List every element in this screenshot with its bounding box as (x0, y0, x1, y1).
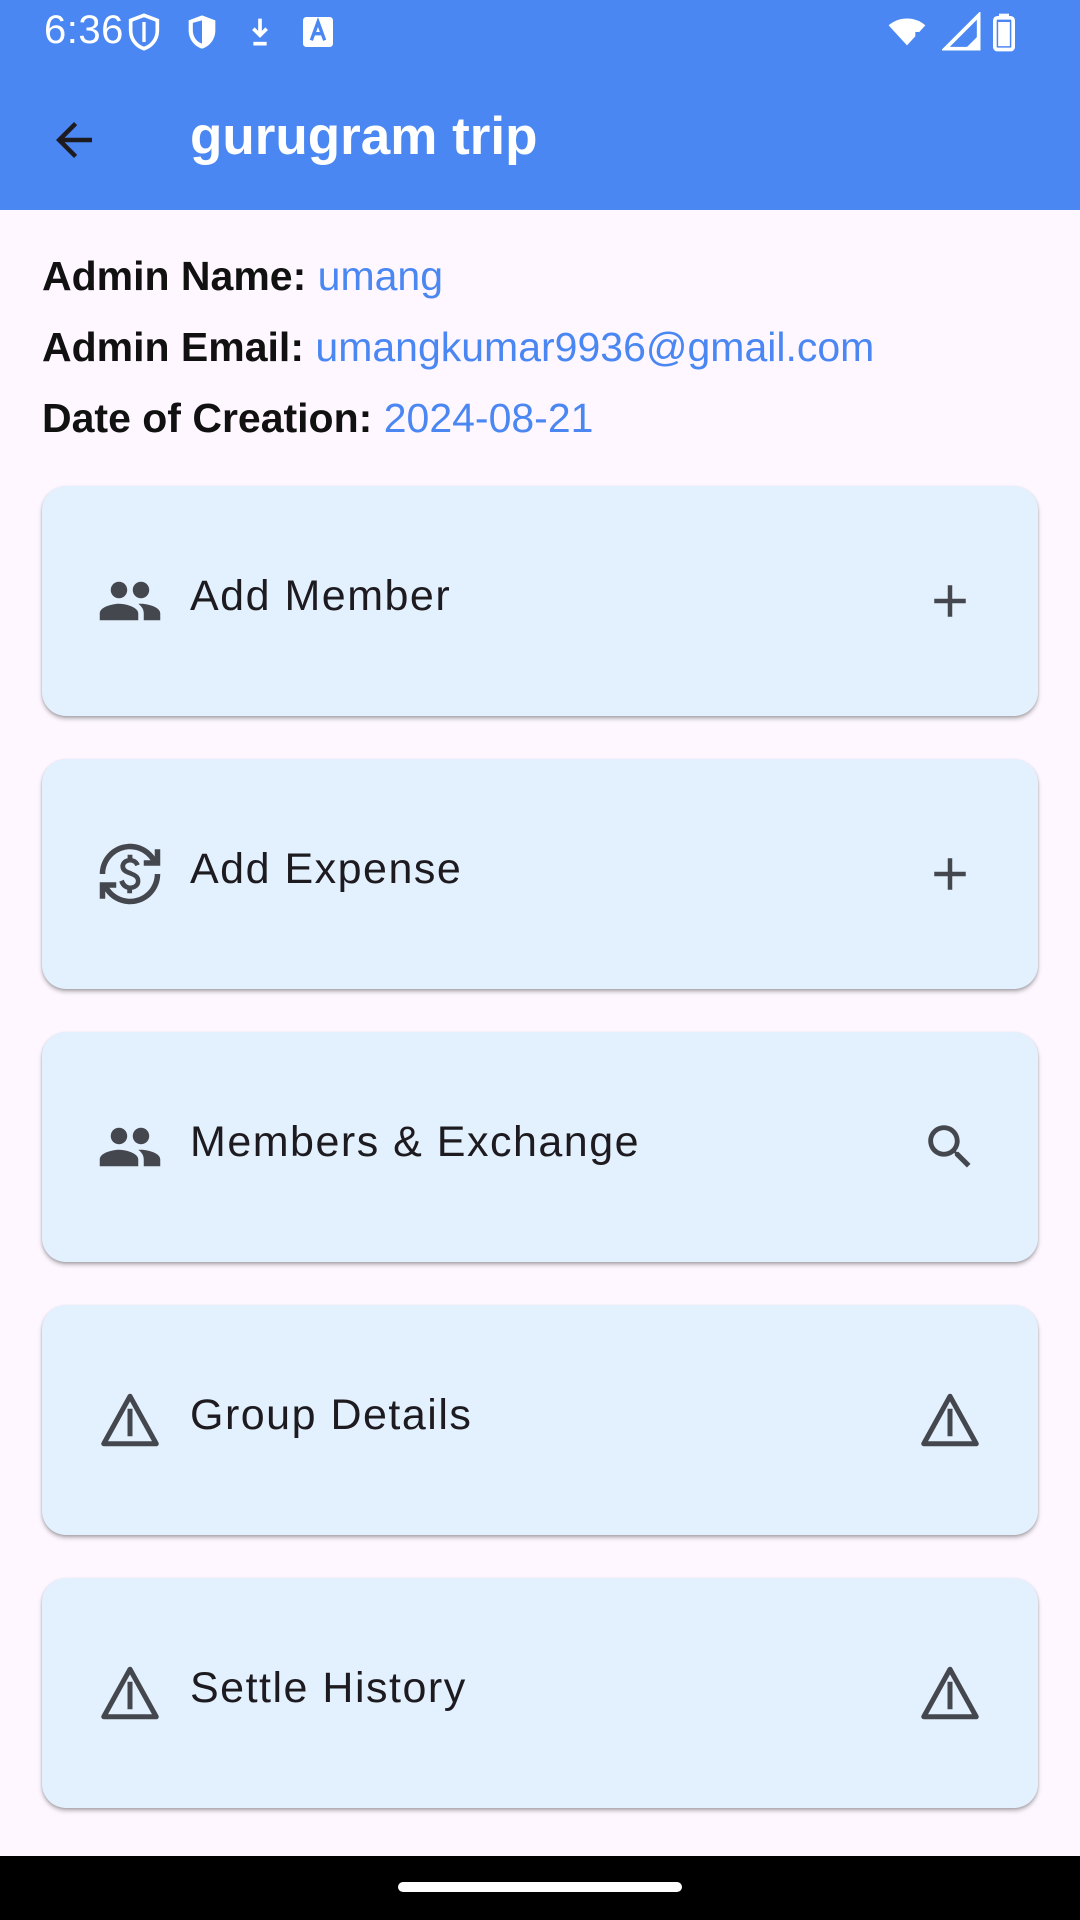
shield-filled-icon (182, 12, 222, 52)
status-bar: 6:36 (0, 0, 1080, 62)
group-icon (80, 551, 180, 651)
members-exchange-card[interactable]: Members & Exchange (42, 1032, 1038, 1262)
group-icon (80, 1097, 180, 1197)
download-icon (240, 12, 280, 52)
add-expense-button[interactable] (900, 824, 1000, 924)
add-expense-card[interactable]: Add Expense (42, 759, 1038, 989)
warning-triangle-icon (80, 1643, 180, 1743)
creation-date-label: Date of Creation: (42, 395, 373, 441)
add-member-button[interactable] (900, 551, 1000, 651)
admin-name-label: Admin Name: (42, 253, 307, 299)
warning-triangle-icon (80, 1370, 180, 1470)
settle-history-label: Settle History (190, 1664, 467, 1712)
admin-email-label: Admin Email: (42, 324, 304, 370)
warning-triangle-icon (921, 1393, 979, 1447)
search-icon (928, 1125, 971, 1168)
add-member-label: Add Member (190, 572, 452, 620)
plus-icon (934, 585, 966, 617)
settle-history-button[interactable] (900, 1643, 1000, 1743)
admin-name-row: Admin Name: umang (42, 248, 874, 319)
top-bar: 6:36 gurugram trip (0, 0, 1080, 210)
creation-date-value: 2024-08-21 (383, 395, 594, 441)
font-a-icon (298, 12, 338, 52)
screen: 6:36 gurugram trip Admin Name: umang Adm… (0, 0, 1080, 1920)
back-button[interactable] (38, 104, 110, 176)
group-details-card[interactable]: Group Details (42, 1305, 1038, 1535)
plus-icon (934, 858, 966, 890)
settle-history-card[interactable]: Settle History (42, 1578, 1038, 1808)
creation-date-row: Date of Creation: 2024-08-21 (42, 390, 874, 461)
warning-triangle-icon (921, 1666, 979, 1720)
currency-exchange-icon (80, 824, 180, 924)
arrow-back-icon (56, 122, 92, 158)
add-expense-label: Add Expense (190, 845, 463, 893)
group-info: Admin Name: umang Admin Email: umangkuma… (42, 248, 874, 461)
add-member-card[interactable]: Add Member (42, 486, 1038, 716)
group-details-label: Group Details (190, 1391, 473, 1439)
members-exchange-label: Members & Exchange (190, 1118, 641, 1166)
shield-outline-icon (124, 12, 164, 52)
status-time: 6:36 (44, 8, 124, 52)
members-search-button[interactable] (900, 1097, 1000, 1197)
cell-signal-icon (940, 10, 982, 52)
system-nav-bar (0, 1856, 1080, 1920)
wifi-icon (886, 12, 926, 52)
battery-icon (984, 12, 1024, 52)
admin-name-value: umang (317, 253, 444, 299)
admin-email-row: Admin Email: umangkumar9936@gmail.com (42, 319, 874, 390)
group-details-button[interactable] (900, 1370, 1000, 1470)
page-title: gurugram trip (190, 107, 538, 166)
admin-email-value: umangkumar9936@gmail.com (315, 324, 875, 370)
home-gesture-handle[interactable] (398, 1882, 682, 1892)
